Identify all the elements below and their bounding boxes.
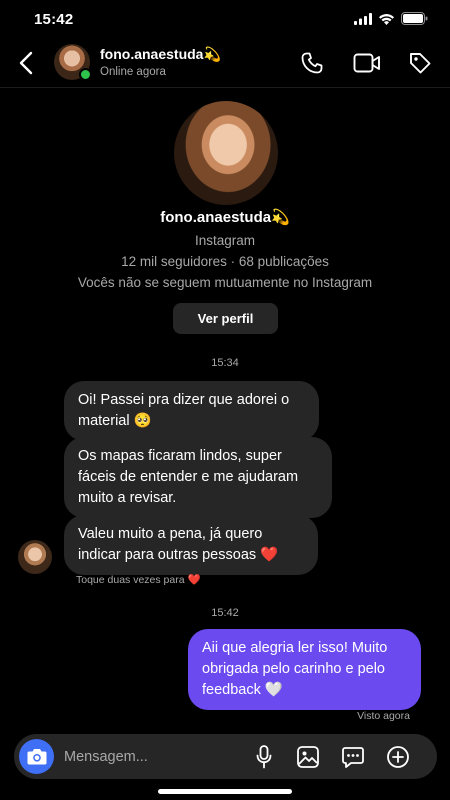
header-username[interactable]: fono.anaestuda💫 (100, 46, 221, 63)
header-status: Online agora (100, 66, 166, 78)
message-timestamp: 15:42 (211, 607, 239, 619)
sticker-button[interactable] (339, 743, 367, 771)
message-timestamp: 15:34 (211, 357, 239, 369)
online-status-dot (79, 68, 92, 81)
back-button[interactable] (12, 48, 40, 78)
profile-stats: 12 mil seguidores · 68 publicações (121, 254, 329, 269)
tag-icon (410, 53, 431, 74)
call-button[interactable] (297, 48, 327, 78)
profile-picture[interactable] (174, 101, 278, 205)
phone-icon (301, 52, 323, 74)
profile-name: fono.anaestuda💫 (160, 209, 290, 226)
status-icons (354, 12, 428, 25)
chat-header: fono.anaestuda💫 Online agora (0, 38, 450, 88)
home-indicator (158, 789, 292, 794)
profile-platform: Instagram (194, 233, 256, 248)
message-input[interactable] (64, 746, 234, 768)
status-bar: 15:42 (0, 0, 450, 38)
camera-button[interactable] (19, 739, 54, 774)
camera-icon (27, 749, 46, 765)
video-call-button[interactable] (352, 48, 382, 78)
sender-avatar[interactable] (18, 540, 52, 574)
sticker-icon (342, 747, 364, 768)
tag-button[interactable] (405, 48, 435, 78)
battery-icon (401, 12, 428, 25)
video-camera-icon (353, 53, 380, 73)
view-profile-button[interactable]: Ver perfil (173, 303, 278, 334)
plus-icon (387, 746, 409, 768)
double-tap-hint: Toque duas vezes para ❤️ (76, 574, 201, 586)
profile-mutual-info: Vocês não se seguem mutuamente no Instag… (77, 275, 373, 290)
back-arrow-icon (19, 51, 33, 75)
incoming-message[interactable]: Oi! Passei pra dizer que adorei o materi… (64, 381, 319, 441)
message-composer (14, 734, 437, 779)
status-time: 15:42 (34, 11, 74, 28)
incoming-message[interactable]: Os mapas ficaram lindos, super fáceis de… (64, 437, 332, 518)
signal-icon (354, 12, 372, 25)
gallery-button[interactable] (294, 743, 322, 771)
voice-message-button[interactable] (250, 743, 278, 771)
outgoing-message[interactable]: Aii que alegria ler isso! Muito obrigada… (188, 629, 421, 710)
microphone-icon (256, 745, 272, 769)
incoming-message[interactable]: Valeu muito a pena, já quero indicar par… (64, 515, 318, 575)
wifi-icon (379, 13, 394, 25)
image-icon (297, 746, 319, 768)
seen-status: Visto agora (357, 710, 410, 722)
more-options-button[interactable] (384, 743, 412, 771)
